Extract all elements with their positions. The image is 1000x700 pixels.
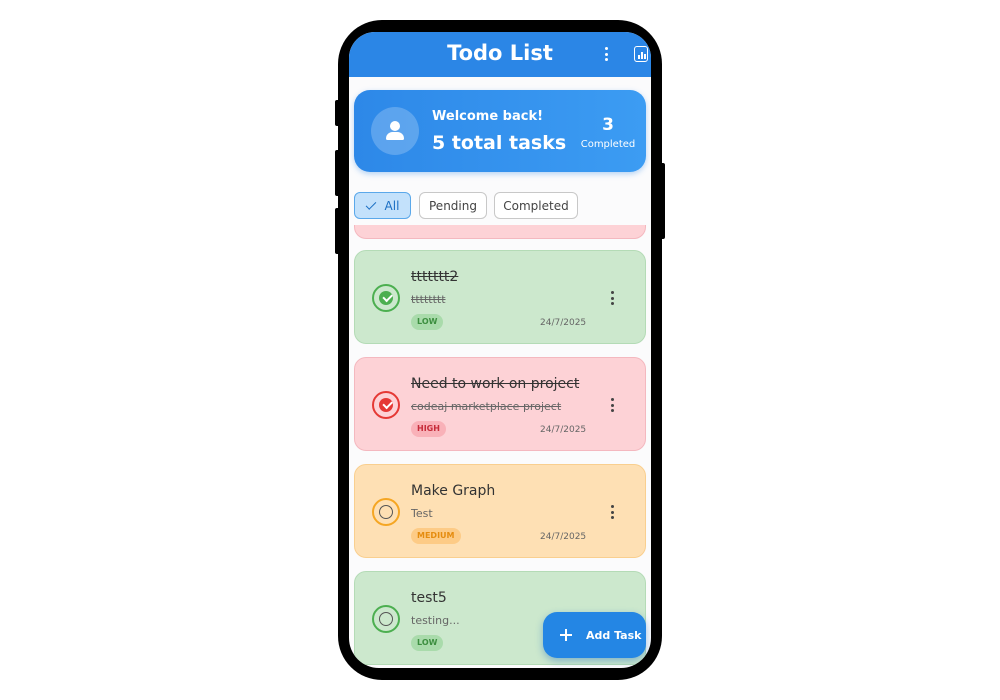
priority-badge: MEDIUM: [411, 528, 461, 544]
phone-side-button: [335, 100, 341, 126]
task-card[interactable]: Make Graph Test MEDIUM 24/7/2025: [354, 464, 646, 558]
task-menu-icon[interactable]: [609, 290, 615, 306]
completed-label: Completed: [580, 139, 636, 150]
filter-pending[interactable]: Pending: [419, 192, 487, 219]
more-menu-icon[interactable]: [601, 45, 611, 63]
task-date: 24/7/2025: [540, 318, 587, 328]
status-toggle[interactable]: [372, 498, 400, 526]
task-description: Test: [411, 507, 433, 520]
filter-pending-label: Pending: [429, 198, 477, 213]
task-card[interactable]: Need to work on project codeaj marketpla…: [354, 357, 646, 451]
task-card-partial: [354, 225, 646, 239]
task-title: ttttttt2: [411, 269, 459, 285]
task-date: 24/7/2025: [540, 532, 587, 542]
task-date: 24/7/2025: [540, 425, 587, 435]
total-tasks: 5 total tasks: [432, 132, 567, 154]
task-menu-icon[interactable]: [609, 397, 615, 413]
add-task-label: Add Task: [586, 628, 642, 642]
phone-volume-up: [335, 150, 341, 196]
task-description: tttttttt: [411, 293, 446, 306]
filter-all[interactable]: All: [354, 192, 411, 219]
avatar: [371, 107, 419, 155]
plus-icon: [560, 629, 572, 641]
filter-completed-label: Completed: [503, 198, 569, 213]
completed-count: 3: [602, 115, 614, 135]
task-title: test5: [411, 590, 447, 606]
priority-badge: LOW: [411, 635, 444, 651]
priority-badge: LOW: [411, 314, 444, 330]
app-bar: Todo List: [349, 32, 651, 77]
completed-toggle[interactable]: [372, 391, 400, 419]
person-icon: [390, 121, 400, 131]
filter-all-label: All: [384, 198, 400, 213]
task-menu-icon[interactable]: [609, 504, 615, 520]
add-task-button[interactable]: Add Task: [543, 612, 646, 658]
task-title: Need to work on project: [411, 376, 580, 392]
welcome-greeting: Welcome back!: [432, 109, 544, 124]
phone-power-button: [659, 163, 665, 239]
status-toggle[interactable]: [372, 605, 400, 633]
task-card[interactable]: ttttttt2 tttttttt LOW 24/7/2025: [354, 250, 646, 344]
circle-icon: [379, 505, 393, 519]
app-screen: Todo List Welcome back! 5 total tasks 3 …: [349, 32, 651, 668]
task-title: Make Graph: [411, 483, 496, 499]
task-description: testing...: [411, 614, 460, 627]
phone-volume-down: [335, 208, 341, 254]
stats-icon[interactable]: [634, 46, 648, 62]
task-description: codeaj marketplace project: [411, 400, 562, 413]
completed-toggle[interactable]: [372, 284, 400, 312]
priority-badge: HIGH: [411, 421, 446, 437]
check-icon: [365, 198, 376, 210]
welcome-card: Welcome back! 5 total tasks 3 Completed: [354, 90, 646, 172]
circle-icon: [379, 612, 393, 626]
filter-completed[interactable]: Completed: [494, 192, 578, 219]
check-circle-icon: [379, 398, 393, 412]
check-circle-icon: [379, 291, 393, 305]
